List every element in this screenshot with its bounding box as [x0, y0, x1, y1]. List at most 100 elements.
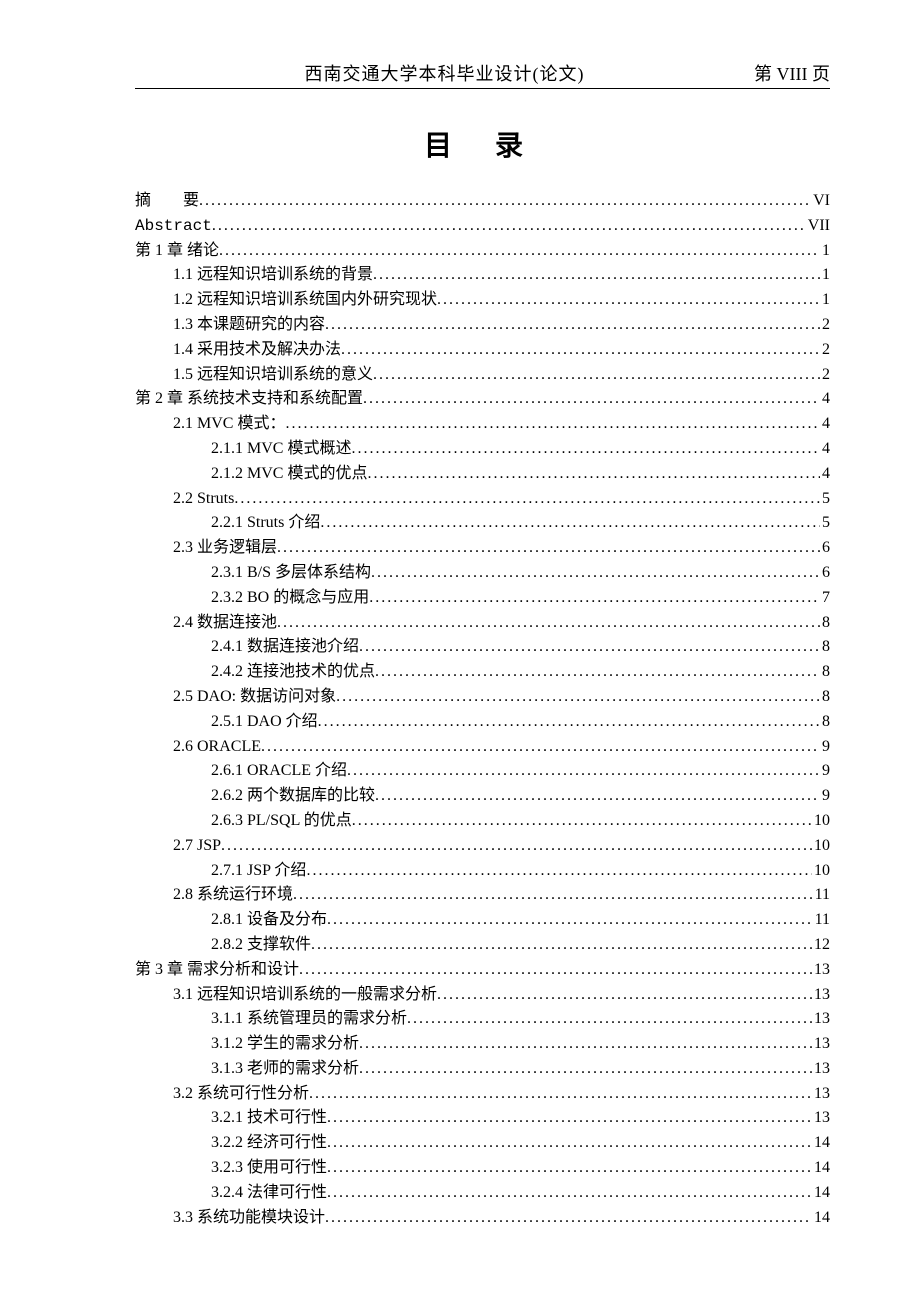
toc-entry-label: 1.2 远程知识培训系统国内外研究现状	[173, 288, 437, 313]
table-of-contents: 摘 要VIAbstractVII第 1 章 绪论11.1 远程知识培训系统的背景…	[135, 189, 830, 1230]
toc-dot-leader	[341, 338, 820, 363]
toc-entry-label: 摘 要	[135, 189, 199, 214]
toc-entry: 第 3 章 需求分析和设计13	[135, 958, 830, 983]
toc-dot-leader	[437, 288, 820, 313]
toc-dot-leader	[277, 536, 820, 561]
toc-entry-label: 3.2.3 使用可行性	[211, 1156, 327, 1181]
toc-entry-page: 13	[812, 1007, 830, 1032]
toc-entry-page: 1	[820, 263, 830, 288]
toc-entry-label: 第 3 章 需求分析和设计	[135, 958, 299, 983]
toc-entry-page: VII	[806, 214, 830, 239]
toc-entry-page: 10	[812, 809, 830, 834]
toc-entry-page: 4	[820, 462, 830, 487]
toc-dot-leader	[299, 958, 812, 983]
toc-dot-leader	[309, 1082, 812, 1107]
toc-entry-page: 13	[812, 1032, 830, 1057]
toc-dot-leader	[285, 412, 820, 437]
toc-entry-label: 2.5 DAO: 数据访问对象	[173, 685, 336, 710]
toc-entry-label: 2.1 MVC 模式：	[173, 412, 285, 437]
toc-entry-label: 2.6.3 PL/SQL 的优点	[211, 809, 352, 834]
toc-entry: 2.1.2 MVC 模式的优点 4	[135, 462, 830, 487]
toc-entry: 1.4 采用技术及解决办法 2	[135, 338, 830, 363]
toc-entry-page: 8	[820, 660, 830, 685]
toc-entry: 2.6.3 PL/SQL 的优点 10	[135, 809, 830, 834]
toc-entry: 3.2 系统可行性分析13	[135, 1082, 830, 1107]
toc-entry-label: 1.4 采用技术及解决办法	[173, 338, 341, 363]
page-header: 西南交通大学本科毕业设计(论文) 第 VIII 页	[135, 60, 830, 89]
toc-entry: 第 1 章 绪论 1	[135, 239, 830, 264]
toc-entry-label: 3.1.2 学生的需求分析	[211, 1032, 359, 1057]
toc-entry: 2.4 数据连接池 8	[135, 611, 830, 636]
toc-entry: 3.1.3 老师的需求分析13	[135, 1057, 830, 1082]
toc-entry: 3.1.1 系统管理员的需求分析 13	[135, 1007, 830, 1032]
toc-entry: 1.2 远程知识培训系统国内外研究现状 1	[135, 288, 830, 313]
toc-entry: 2.8 系统运行环境11	[135, 883, 830, 908]
toc-entry: 2.5 DAO: 数据访问对象 8	[135, 685, 830, 710]
toc-entry: 2.3 业务逻辑层 6	[135, 536, 830, 561]
toc-entry-label: 3.1.1 系统管理员的需求分析	[211, 1007, 407, 1032]
toc-dot-leader	[375, 784, 820, 809]
toc-entry: 3.1 远程知识培训系统的一般需求分析13	[135, 983, 830, 1008]
toc-entry-page: 10	[812, 834, 830, 859]
toc-entry-page: 1	[820, 239, 830, 264]
toc-dot-leader	[327, 1106, 812, 1131]
toc-entry: 3.1.2 学生的需求分析 13	[135, 1032, 830, 1057]
toc-entry-label: 2.1.1 MVC 模式概述	[211, 437, 351, 462]
toc-entry-label: 2.2.1 Struts 介绍	[211, 511, 320, 536]
toc-entry-page: 13	[812, 1082, 830, 1107]
toc-title: 目 录	[135, 124, 830, 164]
toc-entry-page: 4	[820, 437, 830, 462]
toc-entry-page: 2	[820, 338, 830, 363]
toc-entry-page: 13	[812, 1106, 830, 1131]
toc-entry: 2.1 MVC 模式：4	[135, 412, 830, 437]
toc-entry-label: 2.3.2 BO 的概念与应用	[211, 586, 369, 611]
toc-entry-page: 6	[820, 561, 830, 586]
toc-entry: 2.5.1 DAO 介绍 8	[135, 710, 830, 735]
toc-dot-leader	[318, 710, 820, 735]
toc-entry-page: 11	[813, 908, 830, 933]
toc-entry-label: 2.2 Struts	[173, 487, 234, 512]
toc-entry-page: 4	[820, 387, 830, 412]
toc-entry-page: 8	[820, 685, 830, 710]
toc-dot-leader	[327, 908, 813, 933]
toc-entry-label: 2.4.1 数据连接池介绍	[211, 635, 359, 660]
toc-dot-leader	[327, 1156, 812, 1181]
toc-dot-leader	[221, 834, 812, 859]
header-page-number: 第 VIII 页	[754, 60, 830, 86]
toc-entry: 3.2.1 技术可行性13	[135, 1106, 830, 1131]
toc-dot-leader	[363, 387, 820, 412]
toc-dot-leader	[311, 933, 812, 958]
toc-dot-leader	[371, 561, 820, 586]
toc-entry: 2.7 JSP 10	[135, 834, 830, 859]
toc-entry: 第 2 章 系统技术支持和系统配置4	[135, 387, 830, 412]
toc-entry-page: 10	[812, 859, 830, 884]
toc-dot-leader	[359, 1057, 812, 1082]
toc-entry-page: 14	[812, 1206, 830, 1231]
toc-entry-label: 第 1 章 绪论	[135, 239, 219, 264]
toc-dot-leader	[347, 759, 820, 784]
toc-entry-page: 2	[820, 363, 830, 388]
toc-entry: 2.1.1 MVC 模式概述 4	[135, 437, 830, 462]
toc-dot-leader	[261, 735, 820, 760]
toc-entry-page: 14	[812, 1131, 830, 1156]
toc-entry-page: 2	[820, 313, 830, 338]
toc-entry-label: 2.5.1 DAO 介绍	[211, 710, 318, 735]
toc-entry: 3.2.2 经济可行性14	[135, 1131, 830, 1156]
toc-entry: 3.2.3 使用可行性14	[135, 1156, 830, 1181]
toc-entry: 摘 要VI	[135, 189, 830, 214]
toc-dot-leader	[293, 883, 813, 908]
toc-entry-page: 12	[812, 933, 830, 958]
toc-entry-label: 1.1 远程知识培训系统的背景	[173, 263, 373, 288]
toc-entry: 2.2.1 Struts 介绍 5	[135, 511, 830, 536]
toc-dot-leader	[407, 1007, 812, 1032]
toc-dot-leader	[327, 1131, 812, 1156]
toc-entry-label: 2.6.1 ORACLE 介绍	[211, 759, 347, 784]
toc-dot-leader	[369, 586, 820, 611]
toc-entry: 2.7.1 JSP 介绍 10	[135, 859, 830, 884]
toc-dot-leader	[234, 487, 820, 512]
toc-dot-leader	[320, 511, 820, 536]
toc-entry: 2.4.2 连接池技术的优点8	[135, 660, 830, 685]
toc-entry-page: 9	[820, 759, 830, 784]
toc-entry: 2.6.2 两个数据库的比较9	[135, 784, 830, 809]
toc-entry-page: 5	[820, 487, 830, 512]
